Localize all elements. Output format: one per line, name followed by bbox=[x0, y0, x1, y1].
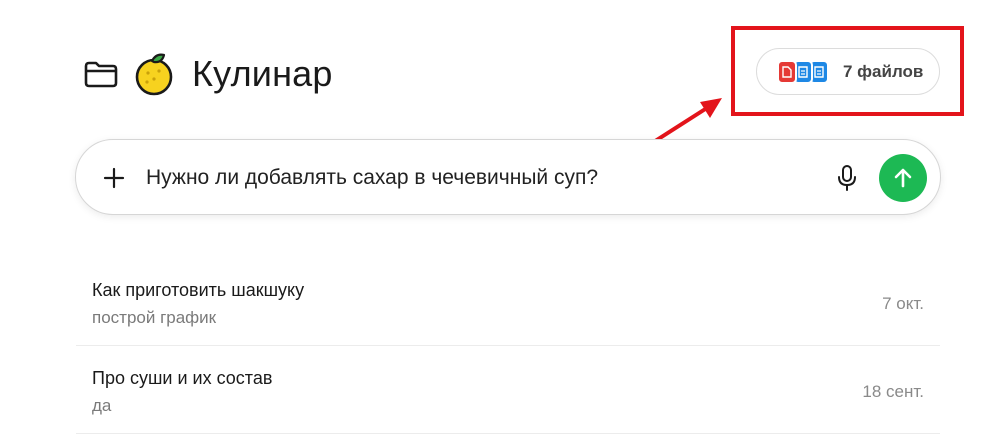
chat-subtitle: построй график bbox=[92, 308, 217, 327]
chat-list: Как приготовить шакшуку построй график 7… bbox=[76, 258, 940, 434]
project-page: Кулинар 7 файлов Нужно ли добавлять саха… bbox=[0, 0, 1000, 436]
chat-list-item[interactable]: Про суши и их состав да 18 сент. bbox=[76, 346, 940, 434]
folder-icon[interactable] bbox=[82, 59, 120, 89]
chat-title: Про суши и их состав bbox=[92, 368, 273, 388]
chat-title: Как приготовить шакшуку bbox=[92, 280, 305, 300]
chat-date: 18 сент. bbox=[862, 382, 924, 401]
file-type-stack bbox=[777, 59, 833, 84]
plus-icon[interactable] bbox=[100, 164, 128, 192]
send-button[interactable] bbox=[879, 154, 927, 202]
annotation-highlight-box bbox=[731, 26, 964, 116]
project-title: Кулинар bbox=[192, 53, 333, 94]
microphone-icon[interactable] bbox=[832, 162, 862, 194]
chat-date: 7 окт. bbox=[882, 294, 924, 313]
query-text[interactable]: Нужно ли добавлять сахар в чечевичный су… bbox=[146, 164, 598, 192]
project-header: Кулинар bbox=[82, 48, 333, 100]
arrow-up-icon bbox=[894, 168, 912, 188]
chat-subtitle: да bbox=[92, 396, 112, 415]
pdf-file-icon bbox=[777, 59, 797, 84]
lemon-icon bbox=[132, 51, 176, 97]
chat-list-item[interactable]: Как приготовить шакшуку построй график 7… bbox=[76, 258, 940, 346]
query-input[interactable]: Нужно ли добавлять сахар в чечевичный су… bbox=[75, 139, 941, 215]
